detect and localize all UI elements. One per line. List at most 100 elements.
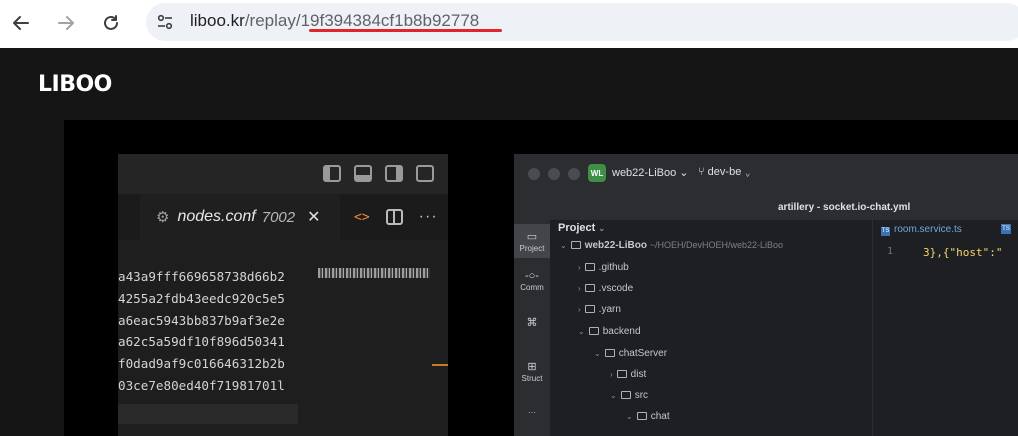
list-item[interactable]: › dist [610,369,646,380]
folder-icon [584,305,595,314]
tree-root-label: web22-LiBoo [584,240,647,251]
replay-video[interactable]: ⚙ nodes.conf 7002 ✕ <> ··· a43a9fff66965… [64,120,1018,436]
tree-item-label: chat [650,411,670,422]
tree-root[interactable]: ⌄ web22-LiBoo ~/HOEH/DevHOEH/web22-LiBoo [560,240,783,251]
folder-icon [620,391,631,400]
tree-item-label: .github [598,262,629,273]
gear-icon: ⚙ [156,209,170,226]
chevron-down-icon: ⌄ [578,327,585,336]
toggle-primary-sidebar-icon[interactable] [323,165,341,182]
editor-titlebar [118,154,448,194]
chevron-right-icon: › [610,370,613,379]
tool-label: Comm [520,283,544,292]
toggle-panel-icon[interactable] [354,165,372,182]
url-replay-id: 19f394384cf1b8b92778 [300,11,480,30]
close-icon[interactable]: ✕ [307,207,320,227]
chevron-down-icon: ⌄ [610,391,617,400]
list-item[interactable]: › .github [578,262,629,273]
tab-nodes-conf[interactable]: ⚙ nodes.conf 7002 ✕ [140,194,340,240]
tab-room-service[interactable]: TS room.service.ts [881,224,962,236]
project-selector[interactable]: web22-LiBoo ⌄ [612,166,689,179]
customize-layout-icon[interactable] [416,165,434,182]
editor-panel: ⚙ nodes.conf 7002 ✕ <> ··· a43a9fff66965… [118,154,448,436]
chevron-right-icon: › [578,305,581,314]
list-item[interactable]: ⌄ chat [626,411,670,422]
folder-icon [604,349,615,358]
chevron-down-icon: ⌄ [560,241,567,250]
folder-icon [588,327,599,336]
list-item: 03ce7e80ed40f71981701l [118,377,285,393]
cursor-marker [432,364,448,366]
forward-button[interactable] [51,8,81,38]
list-item[interactable]: ⌄ chatServer [594,348,667,359]
project-header[interactable]: Project ⌄ [558,222,605,234]
replay-page: LIBOO ⚙ nodes.conf 7002 ✕ <> ··· a43a9ff… [0,48,1018,436]
chevron-down-icon: ⌄ [626,412,633,421]
tool-project[interactable]: ▭ Project [514,224,550,258]
list-item: a43a9fff669658738d66b2 [118,269,285,284]
split-editor-icon[interactable] [385,209,403,225]
close-window-icon[interactable] [528,168,540,180]
typescript-icon[interactable]: TS [1001,224,1011,234]
back-button[interactable] [6,8,36,38]
folder-icon [570,241,581,250]
reload-button[interactable] [96,8,126,38]
list-item[interactable]: ⌄ backend [578,326,641,337]
address-bar[interactable]: liboo.kr/replay/19f394384cf1b8b92778 [146,3,1018,41]
tool-label: Struct [521,374,543,383]
code-editor[interactable]: TS room.service.ts TS 1 3},{"host":" [872,220,1018,436]
tree-item-label: chatServer [618,348,668,359]
more-actions-icon[interactable]: ··· [419,208,438,226]
line-number: 1 [887,246,894,257]
code-text: 3},{"host":" [923,246,1003,259]
folder-icon [616,370,627,379]
layout-controls [323,165,434,182]
tool-window-bar: ▭ Project -○- Comm ⌘ ⊞ Struct ··· [514,220,550,436]
minimize-window-icon[interactable] [548,168,560,180]
tool-structure[interactable]: ⊞ Struct [514,360,550,383]
chevron-right-icon: › [578,284,581,293]
commit-icon: -○- [525,270,539,282]
reload-icon [104,15,118,30]
chevron-right-icon: › [578,263,581,272]
chevron-down-icon: ⌄ [598,224,606,233]
toggle-secondary-sidebar-icon[interactable] [385,165,403,182]
window-controls [528,168,580,180]
structure-icon: ⊞ [527,361,537,373]
url-host: liboo.kr [190,11,245,30]
site-logo[interactable]: LIBOO [38,72,112,97]
tool-vcs[interactable]: ⌘ [514,316,550,330]
tool-commit[interactable]: -○- Comm [514,270,550,292]
url-path: /replay/ [244,11,301,30]
list-item[interactable]: › .yarn [578,304,621,315]
tool-label: Project [519,244,545,253]
editor-tabbar: ⚙ nodes.conf 7002 ✕ <> ··· [118,194,448,240]
red-underline-annotation [309,29,502,32]
tool-more[interactable]: ··· [514,408,550,417]
code-icon[interactable]: <> [354,210,370,225]
browser-toolbar: liboo.kr/replay/19f394384cf1b8b92778 [0,0,1018,48]
url-text[interactable]: liboo.kr/replay/19f394384cf1b8b92778 [190,11,479,31]
list-item[interactable]: › .vscode [578,283,633,294]
list-item: 4255a2fdb43eedc920c5e5 [118,290,285,306]
project-header-label: Project [558,222,596,234]
folder-icon [584,263,595,272]
forward-arrow-icon [58,16,74,30]
compression-artifact [318,268,430,278]
node-id-list: a43a9fff669658738d66b2 4255a2fdb43eedc92… [118,266,285,397]
branch-selector[interactable]: ⑂ dev-be ⌄ [698,166,751,178]
project-name: web22-LiBoo [612,167,677,179]
tree-item-label: .vscode [598,283,634,294]
tab-description: 7002 [261,208,296,226]
editor-actions: <> ··· [354,208,438,226]
folder-icon [584,284,595,293]
tree-item-label: .yarn [598,304,621,315]
site-settings-icon[interactable] [154,11,176,33]
ide-subbar [514,194,1018,220]
vcs-icon: ⌘ [526,317,538,329]
tab-label: nodes.conf [177,208,256,225]
list-item[interactable]: ⌄ src [610,390,648,401]
zoom-window-icon[interactable] [568,168,580,180]
ide-window: WL web22-LiBoo ⌄ ⑂ dev-be ⌄ artillery - … [514,154,1018,436]
tree-root-path: ~/HOEH/DevHOEH/web22-LiBoo [649,240,784,250]
